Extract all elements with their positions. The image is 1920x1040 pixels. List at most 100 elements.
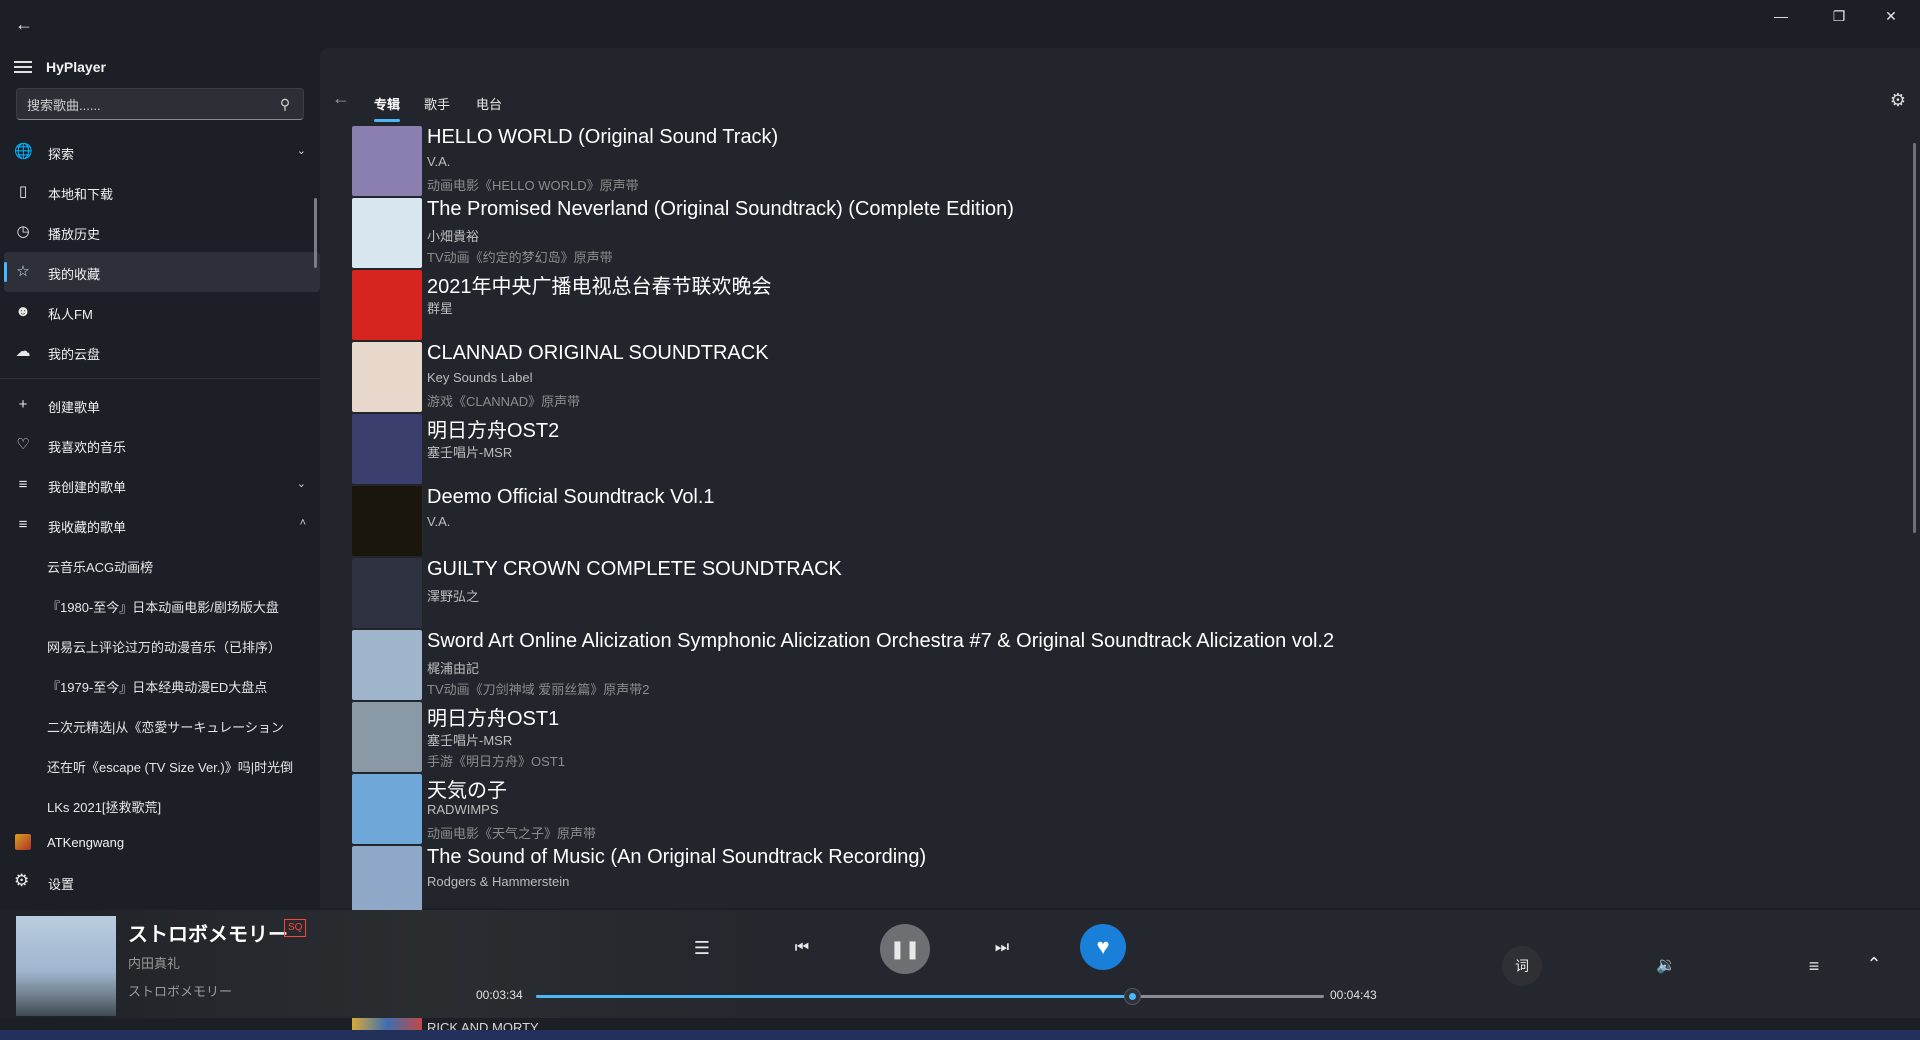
clock-icon: ◷ [16,223,30,240]
playlist-item[interactable]: 云音乐ACG动画榜 [0,545,320,585]
album-description: 手游《明日方舟》OST1 [427,754,565,769]
sidebar-item-collected-playlists[interactable]: ≡ 我收藏的歌单 ˄ [4,505,320,545]
sidebar-item-label: 创建歌单 [48,400,101,415]
globe-icon: 🌐 [14,143,33,160]
album-artist: V.A. [427,514,451,529]
list-item[interactable]: 天気の子 RADWIMPS 动画电影《天气之子》原声带 [352,774,1892,846]
search-box[interactable]: ⚲ [16,88,304,120]
chevron-down-icon[interactable]: ⌄ [297,477,306,490]
player-bar: ストロボメモリー SQ 内田真礼 ストロボメモリー ☰ ⏮ ❚❚ ⏭ ♥ 00:… [0,910,1920,1018]
list-item[interactable]: Sword Art Online Alicization Symphonic A… [352,630,1892,702]
sidebar-item-create-playlist[interactable]: + 创建歌单 [4,385,320,425]
sidebar-item-liked-music[interactable]: ♡ 我喜欢的音乐 [4,425,320,465]
playlist-item-label: 『1979-至今』日本经典动漫ED大盘点 [47,680,268,695]
progress-thumb[interactable] [1123,988,1141,1005]
album-cover [352,198,422,268]
list-item[interactable]: 明日方舟OST2 塞壬唱片-MSR [352,414,1892,486]
play-queue-icon[interactable]: ≡ [1802,954,1826,978]
now-playing-title[interactable]: ストロボメモリー [128,918,288,947]
playlist-item[interactable]: 『1979-至今』日本经典动漫ED大盘点 [0,665,320,705]
tab-artists[interactable]: 歌手 [424,94,450,113]
now-playing-artist[interactable]: 内田真礼 [128,953,180,972]
heart-icon: ♡ [16,436,30,453]
volume-icon[interactable]: 🔉 [1654,954,1678,978]
album-description: 动画电影《HELLO WORLD》原声带 [427,178,639,193]
playlist-item-label: 二次元精选|从《恋愛サーキュレーション [47,720,284,735]
album-title: CLANNAD ORIGINAL SOUNDTRACK [427,342,769,364]
list-item[interactable]: The Promised Neverland (Original Soundtr… [352,198,1892,270]
list-item[interactable]: The Sound of Music (An Original Soundtra… [352,846,1892,918]
close-button[interactable]: ✕ [1868,4,1914,28]
sidebar-item-label: 播放历史 [48,227,101,242]
playlist-item[interactable]: 还在听《escape (TV Size Ver.)》吗|时光倒 [0,745,320,785]
cloud-icon: ☁ [15,343,31,360]
list-item[interactable]: CLANNAD ORIGINAL SOUNDTRACK Key Sounds La… [352,342,1892,414]
sidebar-item-cloud-drive[interactable]: ☁ 我的云盘 [4,332,320,372]
album-artist: 小畑貴裕 [427,229,480,244]
progress-slider[interactable] [536,988,1324,1005]
pause-button[interactable]: ❚❚ [880,924,930,974]
avatar [15,834,31,850]
list-item[interactable]: Deemo Official Soundtrack Vol.1 V.A. [352,486,1892,558]
chevron-up-icon[interactable]: ˄ [300,517,306,529]
user-account-item[interactable]: ATKengwang [4,823,320,861]
album-artist: Rodgers & Hammerstein [427,874,570,889]
back-arrow-icon[interactable]: ← [332,88,350,109]
back-arrow-icon[interactable]: ← [12,12,36,36]
sidebar-item-label: 我喜欢的音乐 [48,440,127,455]
previous-track-icon[interactable]: ⏮ [790,936,814,960]
plus-icon: + [18,396,28,413]
album-cover [352,630,422,700]
album-title: 2021年中央广播电视总台春节联欢晚会 [427,276,772,298]
selection-indicator [4,262,7,282]
list-item[interactable]: 明日方舟OST1 塞壬唱片-MSR 手游《明日方舟》OST1 [352,702,1892,774]
restore-button[interactable]: ❐ [1816,4,1862,28]
next-track-icon[interactable]: ⏭ [990,936,1014,960]
album-description: 游戏《CLANNAD》原声带 [427,394,581,409]
chevron-down-icon[interactable]: ⌄ [297,144,306,157]
now-playing-album[interactable]: ストロボメモリー [128,981,232,1000]
playlist-item[interactable]: LKs 2021[拯救歌荒] [0,785,320,825]
album-description: 动画电影《天气之子》原声带 [427,826,597,841]
playlist-item[interactable]: 二次元精选|从《恋愛サーキュレーション [0,705,320,745]
tab-selection-indicator [374,119,400,122]
playlist-item[interactable]: 网易云上评论过万的动漫音乐（已排序） [0,625,320,665]
tab-radio[interactable]: 电台 [476,94,502,113]
title-bar: ← — ❐ ✕ [0,0,1920,48]
lyrics-button[interactable]: 词 [1502,946,1542,986]
list-item[interactable]: HELLO WORLD (Original Sound Track) V.A. 动画… [352,126,1892,198]
divider [0,378,320,379]
now-playing-cover[interactable] [16,916,116,1016]
sidebar-item-label: 我收藏的歌单 [48,520,127,535]
like-heart-button[interactable]: ♥ [1080,924,1126,970]
sidebar-scrollbar[interactable] [314,198,317,268]
list-item[interactable]: 2021年中央广播电视总台春节联欢晚会 群星 [352,270,1892,342]
gear-icon: ⚙ [14,871,30,890]
sidebar-item-settings[interactable]: ⚙ 设置 [4,862,320,900]
album-title: 天気の子 [427,780,507,802]
sidebar-item-local-downloads[interactable]: ▯ 本地和下载 [4,172,320,212]
playlist-item[interactable]: 『1980-至今』日本动画电影/剧场版大盘 [0,585,320,625]
list-item[interactable]: GUILTY CROWN COMPLETE SOUNDTRACK 澤野弘之 [352,558,1892,630]
album-title: Deemo Official Soundtrack Vol.1 [427,486,715,508]
gear-icon[interactable]: ⚙ [1890,90,1906,111]
device-icon: ▯ [18,183,28,200]
album-cover [352,846,422,916]
minimize-button[interactable]: — [1758,4,1804,28]
tab-albums[interactable]: 专辑 [374,94,400,113]
content-scrollbar[interactable] [1913,143,1916,533]
search-input[interactable] [27,95,267,115]
album-cover [352,342,422,412]
sidebar-item-history[interactable]: ◷ 播放历史 [4,212,320,252]
sidebar: HyPlayer ⚲ 🌐 探索 ⌄ ▯ 本地和下载 ◷ 播放历史 ☆ 我的收藏 … [0,48,320,908]
sidebar-item-personal-fm[interactable]: ☻ 私人FM [4,292,320,332]
sidebar-item-my-favorites[interactable]: ☆ 我的收藏 [4,252,320,292]
sidebar-item-explore[interactable]: 🌐 探索 ⌄ [4,132,320,172]
hamburger-menu-icon[interactable] [14,58,32,76]
album-cover [352,558,422,628]
search-icon[interactable]: ⚲ [277,96,293,112]
playlist-mode-icon[interactable]: ☰ [690,936,714,960]
chevron-up-icon[interactable]: ⌃ [1856,950,1892,978]
sidebar-item-created-playlists[interactable]: ≡ 我创建的歌单 ⌄ [4,465,320,505]
sidebar-item-label: 探索 [48,147,75,162]
